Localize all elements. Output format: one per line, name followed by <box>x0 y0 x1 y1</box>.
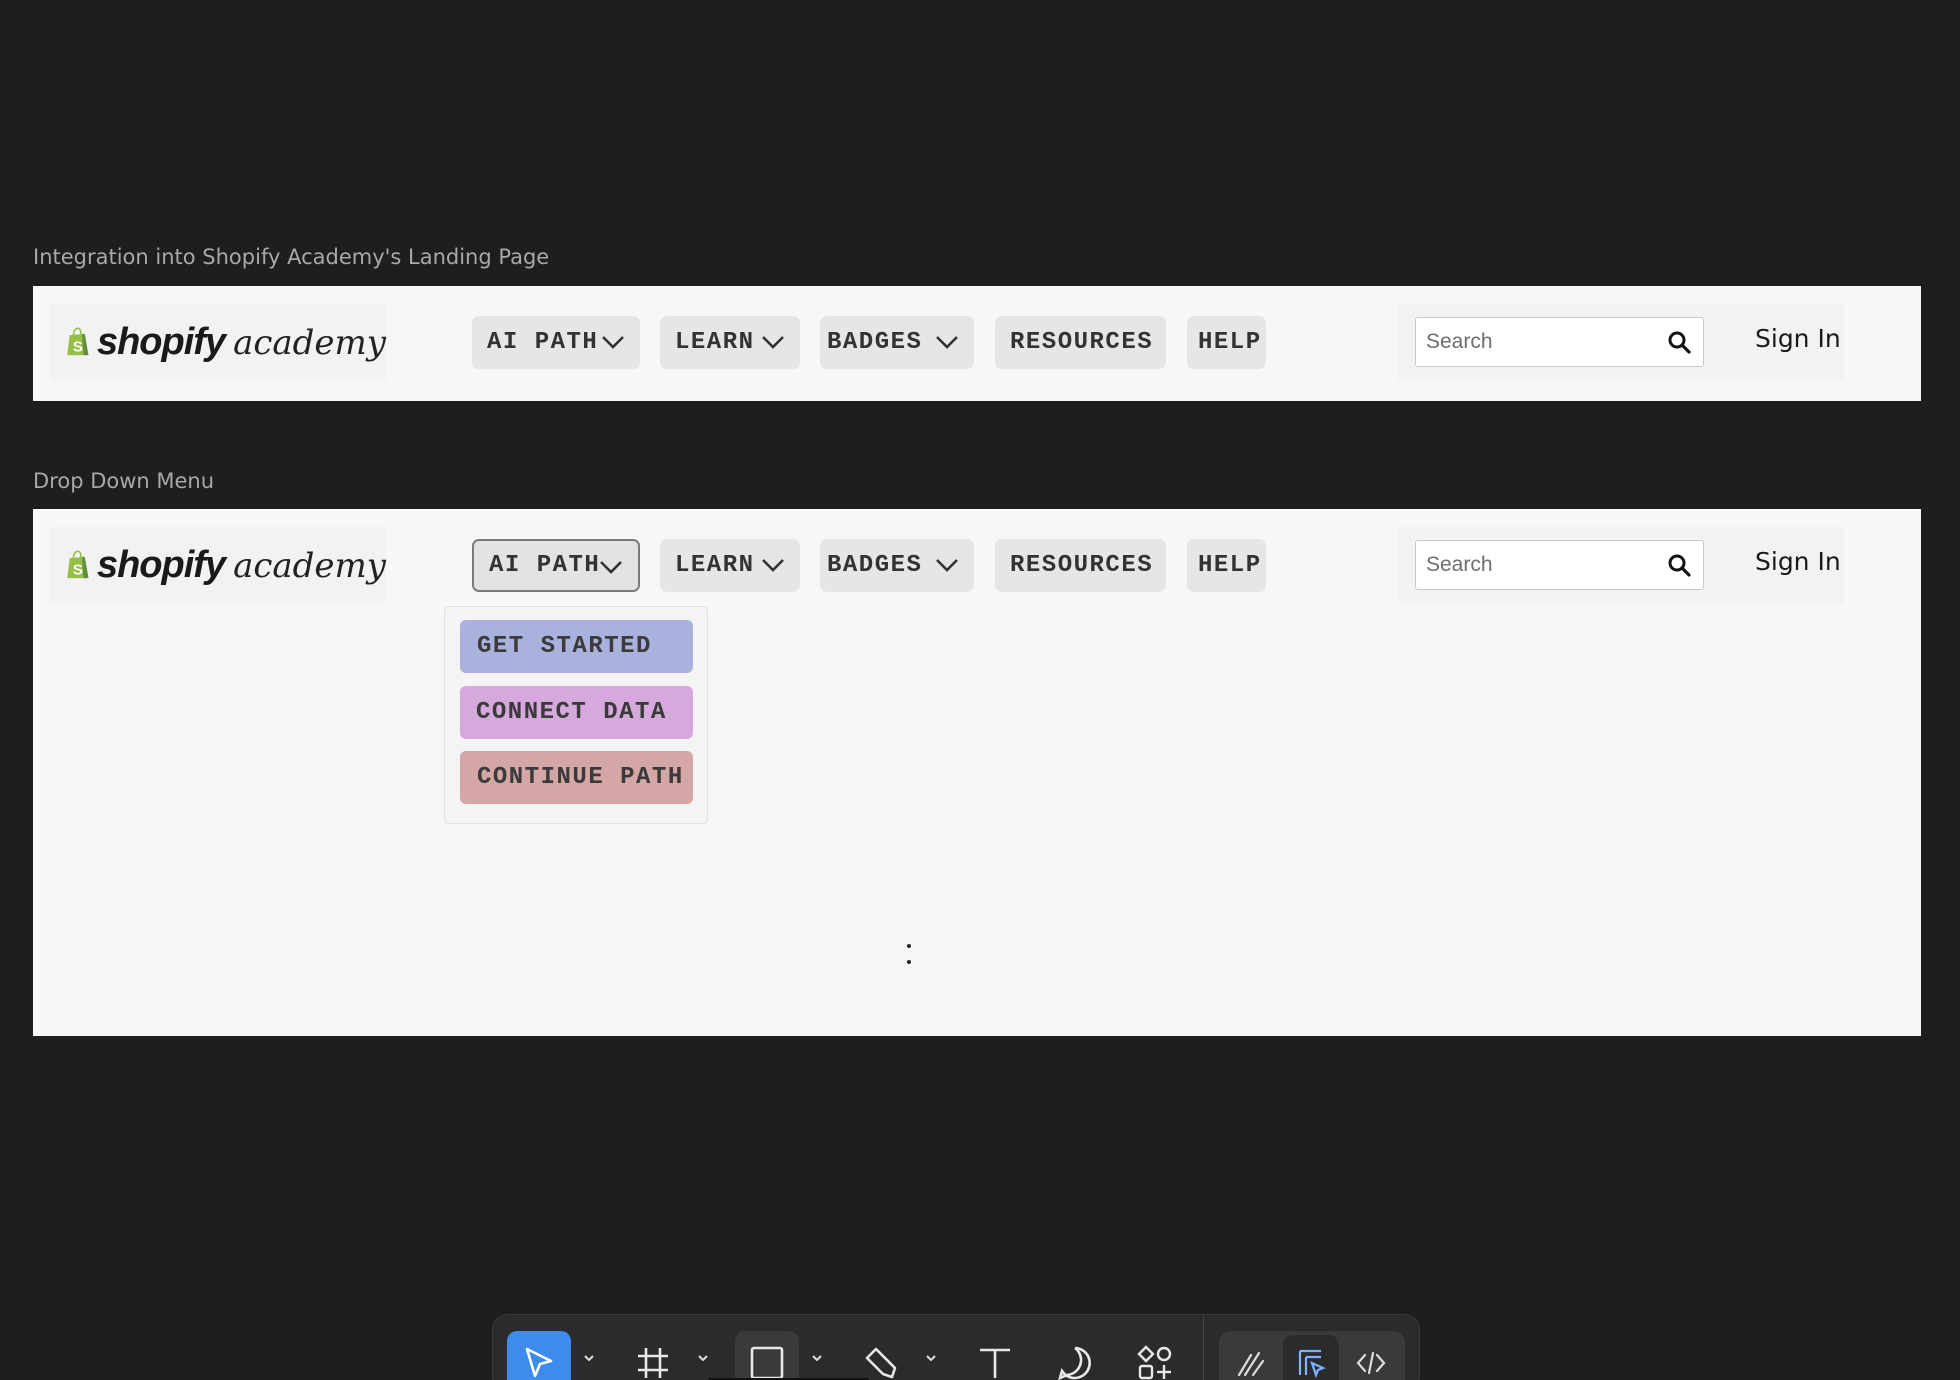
dev-mode-icon <box>1356 1351 1386 1375</box>
move-icon <box>525 1347 553 1378</box>
search-box <box>1415 540 1704 590</box>
tool-comment[interactable] <box>1043 1331 1107 1380</box>
frame-label-landing: Integration into Shopify Academy's Landi… <box>33 245 550 269</box>
frame-label-dropdown: Drop Down Menu <box>33 469 215 493</box>
tool-text[interactable] <box>963 1331 1027 1380</box>
nav-learn[interactable]: LEARN <box>660 539 800 592</box>
chevron-down-icon <box>600 561 622 574</box>
nav-ai-path[interactable]: AI PATH <box>472 316 640 369</box>
search-icon[interactable] <box>1667 553 1691 577</box>
nav-learn-label: LEARN <box>675 329 755 356</box>
sign-in-link[interactable]: Sign In <box>1755 547 1841 576</box>
mode-switcher <box>1219 1331 1405 1380</box>
tool-move[interactable] <box>507 1331 571 1380</box>
nav-badges[interactable]: BADGES <box>820 539 974 592</box>
tool-rectangle[interactable] <box>735 1331 799 1380</box>
pen-icon <box>865 1347 897 1379</box>
chevron-down-icon <box>936 559 958 572</box>
svg-text:S: S <box>73 561 83 578</box>
tool-assets[interactable] <box>1123 1331 1187 1380</box>
nav-resources[interactable]: RESOURCES <box>995 539 1166 592</box>
dropdown-item-continue-path[interactable]: CONTINUE PATH <box>460 751 693 804</box>
nav-resources-label: RESOURCES <box>1010 329 1154 356</box>
nav-ai-path-label: AI PATH <box>487 329 599 356</box>
draw-mode-icon <box>1237 1351 1265 1377</box>
design-toolbar <box>492 1314 1420 1380</box>
chevron-down-icon[interactable] <box>581 1351 597 1365</box>
nav-learn-label: LEARN <box>675 552 755 579</box>
chevron-down-icon <box>762 336 784 349</box>
vertical-ellipsis <box>907 944 913 974</box>
tool-pen[interactable] <box>849 1331 913 1380</box>
dropdown-item-connect-data[interactable]: CONNECT DATA <box>460 686 693 739</box>
search-box <box>1415 317 1704 367</box>
chevron-down-icon[interactable] <box>923 1351 939 1365</box>
text-icon <box>980 1348 1010 1378</box>
logo-word-shopify: shopify <box>96 543 226 586</box>
logo-word-academy: academy <box>233 545 386 586</box>
toolbar-divider <box>1203 1315 1204 1380</box>
ai-path-dropdown-menu: GET STARTED CONNECT DATA CONTINUE PATH <box>444 606 708 824</box>
nav-help[interactable]: HELP <box>1187 539 1266 592</box>
comment-icon <box>1058 1346 1091 1380</box>
tool-frame[interactable] <box>621 1331 685 1380</box>
rectangle-icon <box>750 1346 784 1380</box>
search-icon[interactable] <box>1667 330 1691 354</box>
search-input[interactable] <box>1426 318 1656 365</box>
design-mode-icon <box>1298 1349 1326 1379</box>
chevron-down-icon[interactable] <box>809 1351 825 1365</box>
svg-text:S: S <box>73 338 83 355</box>
logo-word-academy: academy <box>233 322 386 363</box>
nav-help-label: HELP <box>1198 552 1262 579</box>
chevron-down-icon <box>936 336 958 349</box>
dropdown-item-get-started[interactable]: GET STARTED <box>460 620 693 673</box>
nav-help-label: HELP <box>1198 329 1262 356</box>
dropdown-frame: S shopify academy AI PATH LEARN BADGES R… <box>33 509 1921 1036</box>
nav-badges-label: BADGES <box>827 552 923 579</box>
nav-badges-label: BADGES <box>827 329 923 356</box>
chevron-down-icon <box>602 336 624 349</box>
landing-frame: S shopify academy AI PATH LEARN BADGES R… <box>33 286 1921 401</box>
assets-icon <box>1137 1345 1172 1380</box>
nav-help[interactable]: HELP <box>1187 316 1266 369</box>
nav-ai-path[interactable]: AI PATH <box>472 539 640 592</box>
chevron-down-icon[interactable] <box>695 1351 711 1365</box>
nav-resources-label: RESOURCES <box>1010 552 1154 579</box>
logo-word-shopify: shopify <box>96 320 226 363</box>
search-input[interactable] <box>1426 541 1656 588</box>
shopify-bag-icon: S <box>67 327 89 355</box>
mode-dev[interactable] <box>1343 1335 1399 1380</box>
nav-badges[interactable]: BADGES <box>820 316 974 369</box>
shopify-bag-icon: S <box>67 550 89 578</box>
shopify-academy-logo[interactable]: S shopify academy <box>50 527 386 603</box>
nav-learn[interactable]: LEARN <box>660 316 800 369</box>
mode-draw[interactable] <box>1223 1335 1279 1380</box>
nav-ai-path-label: AI PATH <box>489 552 601 579</box>
frame-icon <box>638 1348 668 1378</box>
chevron-down-icon <box>762 559 784 572</box>
sign-in-link[interactable]: Sign In <box>1755 324 1841 353</box>
nav-resources[interactable]: RESOURCES <box>995 316 1166 369</box>
shopify-academy-logo[interactable]: S shopify academy <box>50 304 386 380</box>
mode-design[interactable] <box>1283 1335 1339 1380</box>
